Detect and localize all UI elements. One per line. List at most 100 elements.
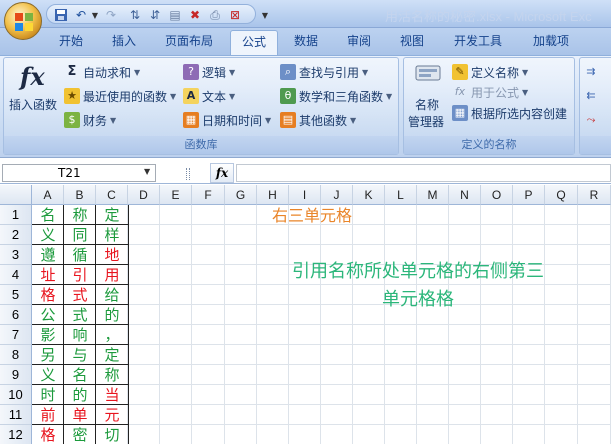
cell-b11[interactable]: 单	[64, 405, 96, 425]
define-name-button[interactable]: ✎ 定义名称 ▼	[452, 63, 528, 81]
clear-filter-icon[interactable]: ✖	[187, 7, 203, 23]
cell-b1[interactable]: 称	[64, 205, 96, 225]
column-header-h[interactable]: H	[257, 185, 289, 205]
splitter-handle[interactable]	[186, 168, 190, 180]
tab-data[interactable]: 数据	[283, 30, 329, 55]
cell-c5[interactable]: 给	[96, 285, 128, 305]
row-header-4[interactable]: 4	[0, 265, 32, 285]
cell-c9[interactable]: 称	[96, 365, 128, 385]
column-header-b[interactable]: B	[64, 185, 96, 205]
cell-a5[interactable]: 格	[32, 285, 64, 305]
cell-c2[interactable]: 样	[96, 225, 128, 245]
cell-a9[interactable]: 义	[32, 365, 64, 385]
recent-functions-button[interactable]: ★ 最近使用的函数 ▼	[64, 87, 176, 105]
redo-icon[interactable]: ↷	[103, 7, 119, 23]
trace-precedents-button[interactable]: ⇉	[583, 63, 602, 81]
cell-c6[interactable]: 的	[96, 305, 128, 325]
tab-review[interactable]: 审阅	[336, 30, 382, 55]
row-header-3[interactable]: 3	[0, 245, 32, 265]
cell-b8[interactable]: 与	[64, 345, 96, 365]
cell-b10[interactable]: 的	[64, 385, 96, 405]
cell-b2[interactable]: 同	[64, 225, 96, 245]
cell-c4[interactable]: 用	[96, 265, 128, 285]
cell-c8[interactable]: 定	[96, 345, 128, 365]
tab-developer[interactable]: 开发工具	[442, 30, 514, 55]
insert-function-fx-button[interactable]: fx	[210, 163, 234, 183]
row-header-11[interactable]: 11	[0, 405, 32, 425]
cell-a8[interactable]: 另	[32, 345, 64, 365]
column-header-r[interactable]: R	[578, 185, 611, 205]
save-icon[interactable]	[53, 7, 69, 23]
column-header-n[interactable]: N	[449, 185, 481, 205]
cell-c12[interactable]: 切	[96, 425, 128, 444]
more-functions-button[interactable]: ▤ 其他函数 ▼	[280, 111, 356, 129]
sort-ascending-icon[interactable]: ⇅	[127, 7, 143, 23]
tab-view[interactable]: 视图	[389, 30, 435, 55]
column-header-p[interactable]: P	[513, 185, 545, 205]
chevron-down-icon[interactable]: ▼	[144, 167, 150, 176]
formula-input[interactable]	[236, 164, 611, 182]
select-all-corner[interactable]	[0, 185, 32, 205]
tab-addins[interactable]: 加载项	[522, 30, 580, 55]
cell-a7[interactable]: 影	[32, 325, 64, 345]
insert-function-button[interactable]: fx 插入函数	[6, 60, 60, 118]
cell-a6[interactable]: 公	[32, 305, 64, 325]
cell-a12[interactable]: 格	[32, 425, 64, 444]
financial-button[interactable]: $ 财务 ▼	[64, 111, 116, 129]
sort-descending-icon[interactable]: ⇵	[147, 7, 163, 23]
row-header-10[interactable]: 10	[0, 385, 32, 405]
remove-arrows-button[interactable]: ⤳	[583, 111, 602, 129]
column-header-i[interactable]: I	[289, 185, 321, 205]
column-header-m[interactable]: M	[417, 185, 449, 205]
column-header-l[interactable]: L	[385, 185, 417, 205]
cell-b5[interactable]: 式	[64, 285, 96, 305]
cell-c10[interactable]: 当	[96, 385, 128, 405]
column-header-q[interactable]: Q	[545, 185, 578, 205]
cell-a11[interactable]: 前	[32, 405, 64, 425]
row-header-1[interactable]: 1	[0, 205, 32, 225]
column-header-a[interactable]: A	[32, 185, 64, 205]
row-header-9[interactable]: 9	[0, 365, 32, 385]
row-header-5[interactable]: 5	[0, 285, 32, 305]
cell-a3[interactable]: 遵	[32, 245, 64, 265]
office-button[interactable]	[4, 2, 42, 40]
close-file-icon[interactable]: ⊠	[227, 7, 243, 23]
cell-a1[interactable]: 名	[32, 205, 64, 225]
customize-qat-icon[interactable]: ▼	[257, 7, 273, 23]
column-header-j[interactable]: J	[321, 185, 353, 205]
column-header-k[interactable]: K	[353, 185, 385, 205]
cell-b7[interactable]: 响	[64, 325, 96, 345]
column-header-g[interactable]: G	[225, 185, 257, 205]
cell-a10[interactable]: 时	[32, 385, 64, 405]
autosum-button[interactable]: Σ 自动求和 ▼	[64, 63, 141, 81]
column-header-o[interactable]: O	[481, 185, 513, 205]
cell-c3[interactable]: 地	[96, 245, 128, 265]
logical-button[interactable]: ? 逻辑 ▼	[183, 63, 235, 81]
tab-home[interactable]: 开始	[48, 30, 94, 55]
tab-insert[interactable]: 插入	[101, 30, 147, 55]
tab-page-layout[interactable]: 页面布局	[152, 30, 226, 55]
use-in-formula-button[interactable]: fx 用于公式 ▼	[452, 83, 528, 101]
cell-b4[interactable]: 引	[64, 265, 96, 285]
cell-b6[interactable]: 式	[64, 305, 96, 325]
name-manager-button[interactable]: 名称 管理器	[406, 60, 450, 132]
row-header-8[interactable]: 8	[0, 345, 32, 365]
tab-formulas[interactable]: 公式	[230, 30, 278, 55]
name-box[interactable]: T21	[2, 164, 156, 182]
cell-b3[interactable]: 循	[64, 245, 96, 265]
cell-c1[interactable]: 定	[96, 205, 128, 225]
row-header-2[interactable]: 2	[0, 225, 32, 245]
cell-c11[interactable]: 元	[96, 405, 128, 425]
cell-a4[interactable]: 址	[32, 265, 64, 285]
column-header-d[interactable]: D	[128, 185, 160, 205]
math-button[interactable]: θ 数学和三角函数 ▼	[280, 87, 392, 105]
cell-a2[interactable]: 义	[32, 225, 64, 245]
row-header-7[interactable]: 7	[0, 325, 32, 345]
lookup-button[interactable]: ⌕ 查找与引用 ▼	[280, 63, 368, 81]
cell-b12[interactable]: 密	[64, 425, 96, 444]
row-header-12[interactable]: 12	[0, 425, 32, 444]
cell-c7[interactable]: ，	[96, 325, 128, 345]
column-header-c[interactable]: C	[96, 185, 128, 205]
text-button[interactable]: A 文本 ▼	[183, 87, 235, 105]
print-icon[interactable]: ⎙	[207, 7, 223, 23]
